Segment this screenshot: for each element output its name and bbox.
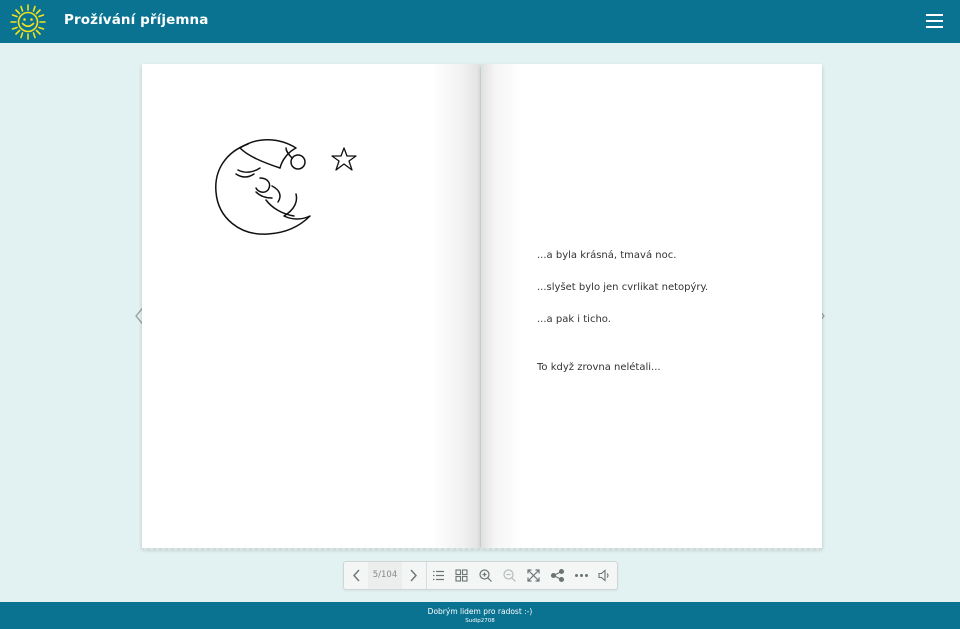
more-icon[interactable]: [571, 565, 592, 586]
story-line: ...a byla krásná, tmavá noc.: [537, 250, 677, 261]
right-page: ...a byla krásná, tmavá noc. ...slyšet b…: [481, 64, 822, 548]
left-page: [142, 64, 480, 548]
page-counter[interactable]: 5/104: [368, 562, 402, 589]
fullscreen-icon[interactable]: [523, 565, 544, 586]
sound-icon[interactable]: [594, 565, 615, 586]
flipbook-toolbar: 5/104: [343, 561, 618, 590]
footer-text: Dobrým lidem pro radost :-): [427, 607, 533, 616]
footer: Dobrým lidem pro radost :-) Sudip2708: [0, 602, 960, 629]
app-title[interactable]: Prožívání příjemna: [64, 12, 208, 28]
zoom-in-icon[interactable]: [475, 565, 496, 586]
moon-illustration: [215, 139, 357, 235]
flipbook[interactable]: ...a byla krásná, tmavá noc. ...slyšet b…: [142, 64, 822, 551]
footer-code: Sudip2708: [465, 618, 495, 624]
sun-smiley-icon[interactable]: [10, 4, 46, 40]
story-line: ...a pak i ticho.: [537, 314, 611, 325]
star-icon: [331, 147, 357, 171]
top-bar: Prožívání příjemna: [0, 0, 960, 43]
toolbar-divider: [426, 562, 427, 589]
thumbnails-icon[interactable]: [451, 565, 472, 586]
hamburger-menu-icon[interactable]: [924, 12, 944, 32]
menu-bar-line: [926, 20, 943, 22]
share-icon[interactable]: [547, 565, 568, 586]
page-stack-edge: [144, 548, 820, 551]
previous-page-icon[interactable]: [346, 565, 367, 586]
menu-bar-line: [926, 14, 943, 16]
story-line: ...slyšet bylo jen cvrlikat netopýry.: [537, 282, 709, 293]
table-of-contents-icon[interactable]: [428, 565, 449, 586]
story-line: To když zrovna nelétali...: [537, 362, 661, 373]
next-page-icon[interactable]: [403, 565, 424, 586]
menu-bar-line: [926, 26, 943, 28]
zoom-out-icon[interactable]: [499, 565, 520, 586]
